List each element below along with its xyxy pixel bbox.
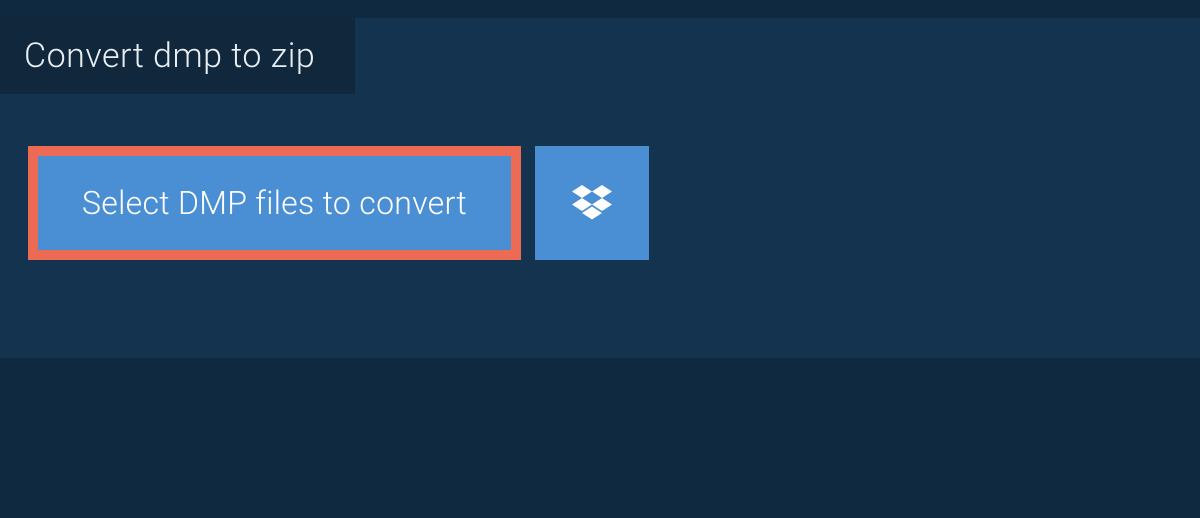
active-tab[interactable]: Convert dmp to zip (0, 18, 355, 94)
tab-title: Convert dmp to zip (24, 36, 315, 76)
converter-panel: Convert dmp to zip Select DMP files to c… (0, 18, 1200, 358)
dropbox-icon (572, 185, 612, 221)
select-files-label: Select DMP files to convert (82, 184, 467, 222)
select-files-button[interactable]: Select DMP files to convert (28, 146, 521, 260)
dropbox-button[interactable] (535, 146, 649, 260)
action-row: Select DMP files to convert (28, 146, 649, 260)
